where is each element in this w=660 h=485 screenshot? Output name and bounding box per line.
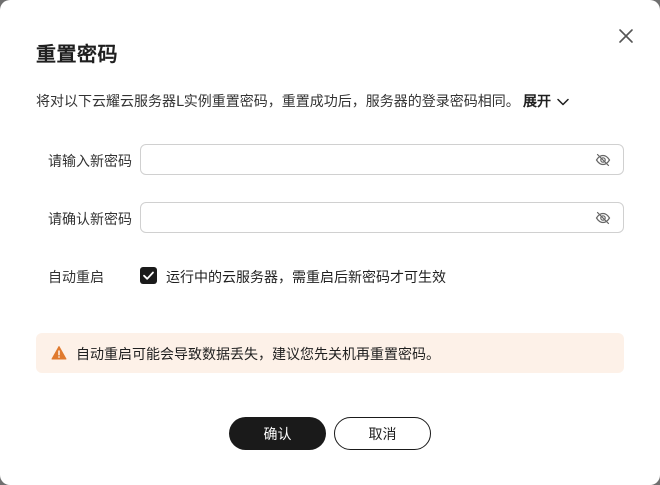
- new-password-field[interactable]: [140, 144, 624, 175]
- auto-restart-option-label[interactable]: 运行中的云服务器，需重启后新密码才可生效: [166, 267, 446, 287]
- eye-off-icon[interactable]: [595, 152, 611, 168]
- warning-text: 自动重启可能会导致数据丢失，建议您先关机再重置密码。: [76, 347, 440, 363]
- auto-restart-label: 自动重启: [48, 270, 104, 286]
- confirm-password-field[interactable]: [140, 202, 624, 233]
- reset-password-dialog: 重置密码 将对以下云耀云服务器L实例重置密码，重置成功后，服务器的登录密码相同。…: [0, 0, 660, 485]
- new-password-label: 请输入新密码: [48, 154, 132, 170]
- dialog-title: 重置密码: [36, 42, 118, 66]
- auto-restart-checkbox[interactable]: [140, 267, 157, 284]
- cancel-button[interactable]: 取消: [334, 417, 431, 450]
- dialog-description: 将对以下云耀云服务器L实例重置密码，重置成功后，服务器的登录密码相同。: [36, 94, 520, 110]
- confirm-button[interactable]: 确认: [229, 417, 326, 450]
- new-password-input[interactable]: [141, 145, 581, 174]
- eye-off-icon[interactable]: [595, 210, 611, 226]
- warning-triangle-icon: [51, 346, 67, 360]
- confirm-password-input[interactable]: [141, 203, 581, 232]
- warning-banner: 自动重启可能会导致数据丢失，建议您先关机再重置密码。: [36, 333, 624, 373]
- close-icon[interactable]: [614, 24, 638, 48]
- expand-label: 展开: [523, 94, 551, 110]
- expand-toggle[interactable]: 展开: [523, 91, 569, 111]
- check-icon: [143, 271, 154, 280]
- confirm-password-label: 请确认新密码: [48, 212, 132, 228]
- chevron-down-icon: [557, 98, 569, 105]
